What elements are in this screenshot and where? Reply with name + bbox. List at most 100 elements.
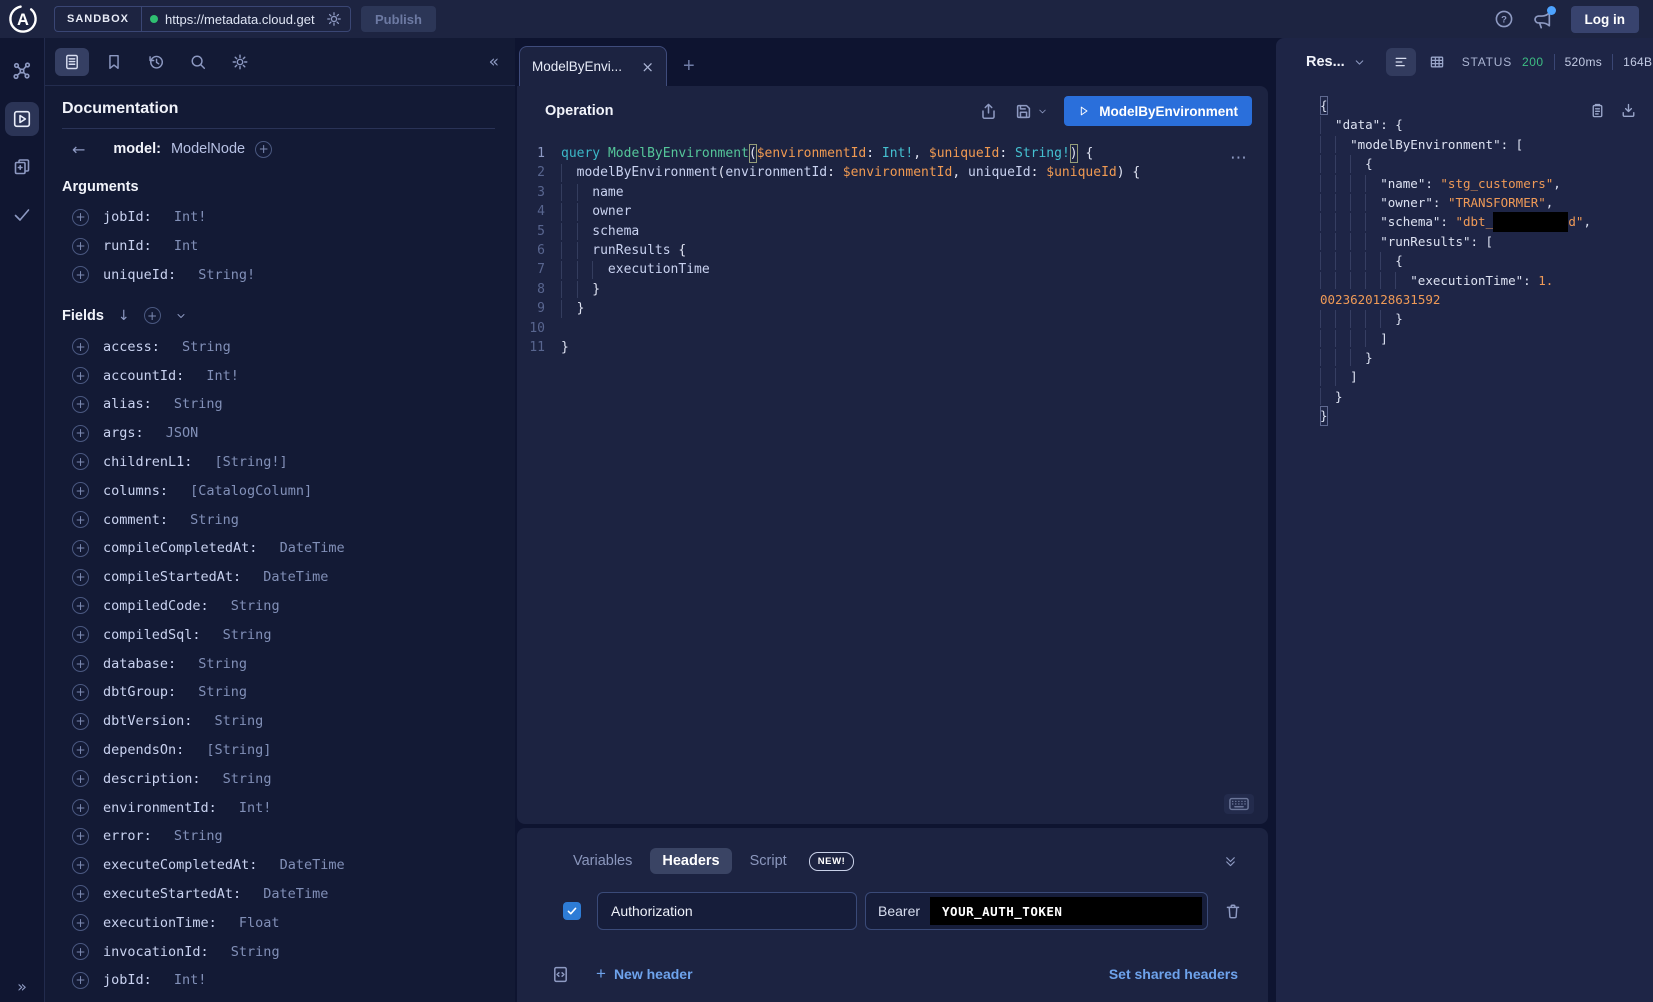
checklist-icon[interactable]: [5, 198, 39, 232]
run-operation-button[interactable]: ModelByEnvironment: [1064, 96, 1252, 126]
set-shared-headers-button[interactable]: Set shared headers: [1109, 966, 1238, 982]
add-field-icon[interactable]: +: [72, 713, 89, 730]
schema-graph-icon[interactable]: [5, 54, 39, 88]
collapse-section-icon[interactable]: [1223, 854, 1238, 869]
add-field-icon[interactable]: +: [72, 914, 89, 931]
field-item[interactable]: + environmentId: Int!: [62, 793, 495, 822]
add-field-icon[interactable]: +: [72, 482, 89, 499]
field-item[interactable]: + dependsOn: [String]: [62, 736, 495, 765]
add-field-icon[interactable]: +: [72, 655, 89, 672]
explorer-play-icon[interactable]: [5, 102, 39, 136]
field-item[interactable]: + comment: String: [62, 505, 495, 534]
help-icon[interactable]: ?: [1494, 9, 1514, 29]
add-field-icon[interactable]: +: [72, 238, 89, 255]
breadcrumb-type[interactable]: ModelNode: [171, 141, 245, 157]
header-name-input[interactable]: Authorization: [597, 892, 857, 930]
raw-view-icon[interactable]: [1386, 48, 1416, 76]
save-operation-button[interactable]: [1014, 102, 1048, 121]
field-item[interactable]: + executeCompletedAt: DateTime: [62, 851, 495, 880]
back-arrow-icon[interactable]: ←: [72, 140, 85, 159]
add-field-icon[interactable]: +: [72, 741, 89, 758]
endpoint-settings-icon[interactable]: [326, 11, 342, 27]
field-item[interactable]: + dbtVersion: String: [62, 707, 495, 736]
operation-tab[interactable]: ModelByEnvi... ×: [519, 46, 667, 86]
add-field-icon[interactable]: +: [72, 770, 89, 787]
add-field-icon[interactable]: +: [72, 943, 89, 960]
editor-more-menu-icon[interactable]: ⋯: [1230, 148, 1248, 168]
add-field-icon[interactable]: +: [72, 857, 89, 874]
field-item[interactable]: + compileCompletedAt: DateTime: [62, 534, 495, 563]
documentation-tab-icon[interactable]: [55, 48, 89, 76]
sandbox-label[interactable]: SANDBOX: [54, 6, 141, 32]
tab-script[interactable]: Script: [738, 848, 799, 874]
table-view-icon[interactable]: [1422, 48, 1452, 76]
add-field-icon[interactable]: +: [72, 972, 89, 989]
add-field-icon[interactable]: +: [72, 828, 89, 845]
field-item[interactable]: + description: String: [62, 764, 495, 793]
response-json[interactable]: {"data": {"modelByEnvironment": [{"name"…: [1276, 86, 1653, 1002]
field-item[interactable]: + invocationId: String: [62, 937, 495, 966]
add-field-icon[interactable]: +: [72, 425, 89, 442]
field-item[interactable]: + jobId: Int!: [62, 966, 495, 995]
tab-headers[interactable]: Headers: [650, 848, 731, 874]
field-item[interactable]: + columns: [CatalogColumn]: [62, 476, 495, 505]
add-field-icon[interactable]: +: [72, 885, 89, 902]
field-item[interactable]: + database: String: [62, 649, 495, 678]
download-response-icon[interactable]: [1620, 102, 1637, 119]
argument-item[interactable]: + uniqueId: String!: [62, 261, 495, 290]
add-field-icon[interactable]: +: [72, 569, 89, 586]
add-field-icon[interactable]: +: [72, 511, 89, 528]
endpoint-url-input[interactable]: https://metadata.cloud.get: [141, 6, 351, 32]
add-field-icon[interactable]: +: [72, 338, 89, 355]
field-item[interactable]: + error: String: [62, 822, 495, 851]
field-item[interactable]: + executionTime: Float: [62, 908, 495, 937]
header-enabled-checkbox[interactable]: [563, 902, 581, 920]
add-field-icon[interactable]: +: [72, 597, 89, 614]
settings-tab-icon[interactable]: [223, 48, 257, 76]
publish-button[interactable]: Publish: [361, 6, 436, 32]
tab-variables[interactable]: Variables: [561, 848, 644, 874]
add-field-icon[interactable]: +: [72, 209, 89, 226]
field-item[interactable]: + compiledSql: String: [62, 620, 495, 649]
field-item[interactable]: + dbtGroup: String: [62, 678, 495, 707]
field-item[interactable]: + compiledCode: String: [62, 592, 495, 621]
collapse-panel-icon[interactable]: «: [489, 52, 499, 72]
new-header-button[interactable]: + New header: [596, 964, 693, 984]
argument-item[interactable]: + jobId: Int!: [62, 203, 495, 232]
add-field-icon[interactable]: +: [72, 684, 89, 701]
apollo-logo-icon[interactable]: A: [8, 4, 38, 34]
add-field-icon[interactable]: +: [72, 396, 89, 413]
delete-header-icon[interactable]: [1224, 902, 1242, 920]
chevron-down-icon[interactable]: [175, 310, 187, 322]
add-field-icon[interactable]: +: [72, 626, 89, 643]
graphql-editor[interactable]: 1query ModelByEnvironment($environmentId…: [517, 136, 1268, 824]
login-button[interactable]: Log in: [1571, 6, 1640, 33]
field-item[interactable]: + executeStartedAt: DateTime: [62, 880, 495, 909]
copy-response-icon[interactable]: [1589, 102, 1606, 119]
new-tab-icon[interactable]: +: [683, 56, 695, 76]
add-all-fields-icon[interactable]: +: [144, 307, 161, 324]
field-item[interactable]: + args: JSON: [62, 419, 495, 448]
headers-json-editor-icon[interactable]: [551, 965, 570, 984]
header-value-input[interactable]: Bearer YOUR_AUTH_TOKEN: [865, 892, 1208, 930]
field-item[interactable]: + access: String: [62, 332, 495, 361]
operation-collections-icon[interactable]: [5, 150, 39, 184]
add-field-icon[interactable]: +: [72, 453, 89, 470]
sort-fields-icon[interactable]: ↓: [118, 308, 130, 324]
add-field-icon[interactable]: +: [72, 367, 89, 384]
argument-item[interactable]: + runId: Int: [62, 232, 495, 261]
add-type-icon[interactable]: +: [255, 141, 272, 158]
add-field-icon[interactable]: +: [72, 540, 89, 557]
add-field-icon[interactable]: +: [72, 266, 89, 283]
search-tab-icon[interactable]: [181, 48, 215, 76]
field-item[interactable]: + alias: String: [62, 390, 495, 419]
field-item[interactable]: + compileStartedAt: DateTime: [62, 563, 495, 592]
bookmarks-tab-icon[interactable]: [97, 48, 131, 76]
response-dropdown[interactable]: Res...: [1306, 54, 1366, 70]
close-tab-icon[interactable]: ×: [641, 58, 654, 76]
add-field-icon[interactable]: +: [72, 799, 89, 816]
field-item[interactable]: + accountId: Int!: [62, 361, 495, 390]
expand-rail-icon[interactable]: »: [17, 977, 27, 996]
field-item[interactable]: + childrenL1: [String!]: [62, 448, 495, 477]
announcements-megaphone-icon[interactable]: [1532, 9, 1553, 30]
